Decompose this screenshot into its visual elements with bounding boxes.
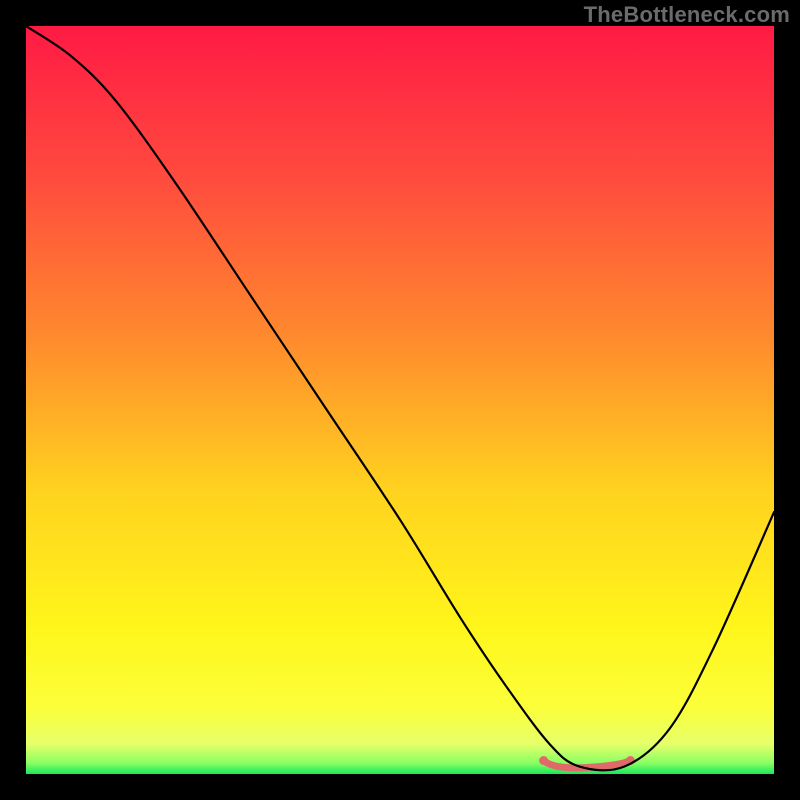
optimal-range-start-cap [539, 756, 548, 765]
chart-frame: TheBottleneck.com [0, 0, 800, 800]
bottleneck-line-chart [26, 26, 774, 774]
plot-area [26, 26, 774, 774]
gradient-background [26, 26, 774, 774]
watermark-text: TheBottleneck.com [584, 2, 790, 28]
